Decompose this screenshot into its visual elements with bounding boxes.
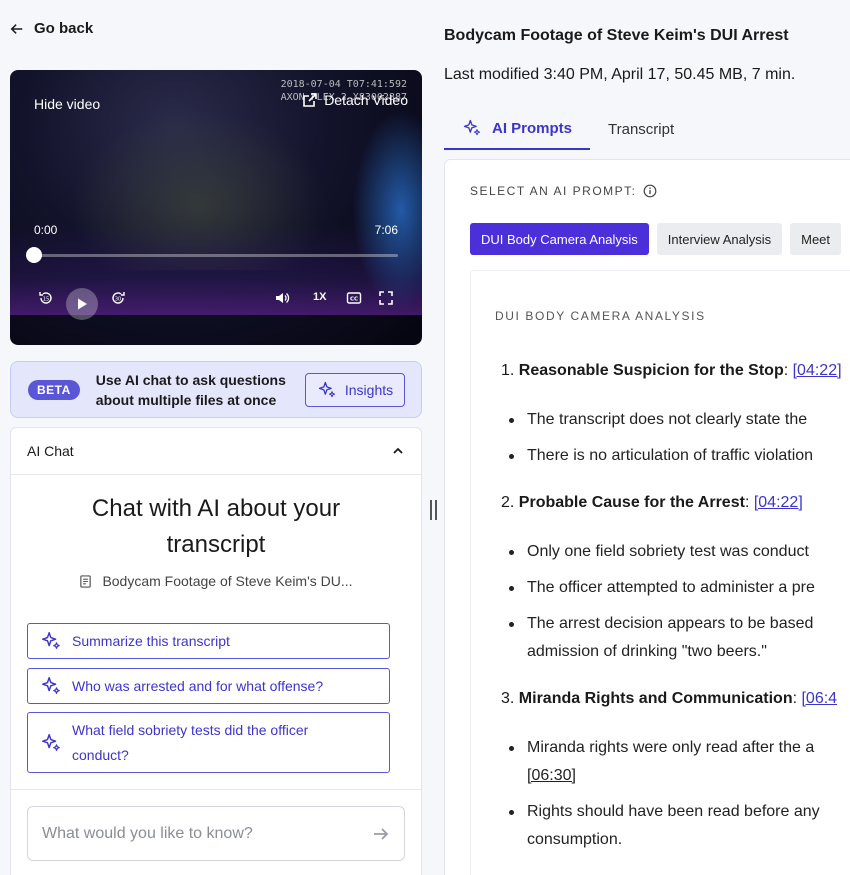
captions-icon: CC xyxy=(346,292,362,304)
svg-text:CC: CC xyxy=(350,297,358,303)
rewind-15-icon: 15 xyxy=(39,292,52,304)
tab-ai-prompts[interactable]: AI Prompts xyxy=(444,108,591,150)
ai-chat-header-label: AI Chat xyxy=(27,443,74,459)
tab-label: AI Prompts xyxy=(492,119,573,137)
section-heading: 3. Miranda Rights and Communication: [06… xyxy=(501,690,838,707)
forward-30-icon: 30 xyxy=(112,292,125,304)
bullet-continuation: admission of drinking "two beers." xyxy=(527,643,767,660)
suggestion-label: What field sobriety tests did the office… xyxy=(72,721,309,763)
section-heading: 1. Reasonable Suspicion for the Stop: [0… xyxy=(501,362,842,379)
tab-transcript[interactable]: Transcript xyxy=(590,108,692,150)
sparkle-icon xyxy=(42,677,60,694)
document-icon xyxy=(80,574,92,588)
timestamp-link[interactable]: [06:4 xyxy=(801,690,837,707)
bullet-item: There is no articulation of traffic viol… xyxy=(508,442,813,470)
current-time: 0:00 xyxy=(34,223,58,237)
fullscreen-icon xyxy=(379,291,393,305)
volume-button[interactable] xyxy=(274,290,290,306)
beta-badge: BETA xyxy=(28,379,80,400)
tab-bar: AI Prompts Transcript xyxy=(444,108,692,150)
video-frame-light xyxy=(352,110,422,310)
svg-text:15: 15 xyxy=(43,297,49,303)
analysis-output: DUI BODY CAMERA ANALYSIS 1. Reasonable S… xyxy=(470,270,850,875)
suggestion-label: Summarize this transcript xyxy=(72,632,230,649)
duration-time: 7:06 xyxy=(374,223,398,237)
ai-chat-header[interactable]: AI Chat xyxy=(11,428,421,475)
detach-video-label: Detach Video xyxy=(324,92,408,108)
prompt-chip-list: DUI Body Camera Analysis Interview Analy… xyxy=(470,223,842,255)
go-back-button[interactable]: Go back xyxy=(10,20,93,37)
sparkle-icon xyxy=(463,119,481,136)
suggestion-label: Who was arrested and for what offense? xyxy=(72,677,324,694)
arrow-left-icon xyxy=(10,23,23,34)
forward-30-button[interactable]: 30 xyxy=(110,290,126,306)
file-title: Bodycam Footage of Steve Keim's DUI Arre… xyxy=(444,27,789,44)
insights-label: Insights xyxy=(344,382,394,398)
tab-label: Transcript xyxy=(608,120,675,138)
section-title: Probable Cause for the Arrest xyxy=(518,494,745,511)
bullet-item: Miranda rights were only read after the … xyxy=(508,734,814,762)
suggestion-sobriety-tests[interactable]: What field sobriety tests did the office… xyxy=(27,712,390,773)
beta-banner: BETA Use AI chat to ask questions about … xyxy=(10,361,422,418)
ai-chat-panel: AI Chat Chat with AI about your transcri… xyxy=(10,427,422,875)
play-icon xyxy=(78,298,87,310)
captions-button[interactable]: CC xyxy=(346,290,362,306)
timestamp-link[interactable]: [04:22] xyxy=(754,494,803,511)
select-prompt-text: SELECT AN AI PROMPT: xyxy=(470,184,637,198)
sparkle-icon xyxy=(42,632,60,649)
seek-handle[interactable] xyxy=(26,247,42,263)
chip-dui-body-camera-analysis[interactable]: DUI Body Camera Analysis xyxy=(470,223,649,255)
play-button[interactable] xyxy=(66,288,98,320)
volume-icon xyxy=(276,293,290,303)
chip-meeting[interactable]: Meet xyxy=(790,223,842,255)
rewind-15-button[interactable]: 15 xyxy=(38,290,54,306)
detach-video-button[interactable]: Detach Video xyxy=(302,92,408,108)
fullscreen-button[interactable] xyxy=(378,290,394,306)
chat-input-box[interactable] xyxy=(27,806,405,861)
chat-title: Chat with AI about your transcript xyxy=(91,495,341,558)
timestamp-link[interactable]: [04:22] xyxy=(793,362,842,379)
suggestion-summarize[interactable]: Summarize this transcript xyxy=(27,623,390,659)
bullet-item: The transcript does not clearly state th… xyxy=(508,406,807,434)
bullet-item: Rights should have been read before any xyxy=(509,798,820,826)
analysis-heading: DUI BODY CAMERA ANALYSIS xyxy=(495,309,706,323)
seek-bar[interactable] xyxy=(34,254,398,257)
panel-resize-handle[interactable] xyxy=(428,500,438,522)
stamp-line-1: 2018-07-04 T07:41:592 xyxy=(280,79,407,90)
bullet-item: The arrest decision appears to be based xyxy=(508,610,813,638)
chip-interview-analysis[interactable]: Interview Analysis xyxy=(656,223,783,255)
svg-text:30: 30 xyxy=(115,297,121,303)
chat-input[interactable] xyxy=(42,824,372,843)
section-title: Reasonable Suspicion for the Stop xyxy=(518,362,784,379)
chat-file-reference: Bodycam Footage of Steve Keim's DU... xyxy=(11,573,421,589)
chat-divider xyxy=(11,789,421,790)
go-back-label: Go back xyxy=(34,20,94,37)
section-number: 1. xyxy=(501,362,515,379)
hide-video-button[interactable]: Hide video xyxy=(34,96,100,112)
ai-prompts-panel: SELECT AN AI PROMPT: DUI Body Camera Ana… xyxy=(444,159,850,875)
send-arrow-icon[interactable] xyxy=(372,825,390,843)
bullet-continuation: consumption. xyxy=(527,831,623,848)
section-number: 3. xyxy=(501,690,515,707)
timestamp-link[interactable]: [06:30] xyxy=(527,762,576,790)
external-link-icon xyxy=(303,93,317,107)
insights-button[interactable]: Insights xyxy=(305,373,405,407)
sparkle-icon xyxy=(318,381,335,398)
chat-file-name: Bodycam Footage of Steve Keim's DU... xyxy=(102,573,353,589)
bullet-item: The officer attempted to administer a pr… xyxy=(509,574,815,602)
section-heading: 2. Probable Cause for the Arrest: [04:22… xyxy=(501,494,803,511)
file-meta: Last modified 3:40 PM, April 17, 50.45 M… xyxy=(444,66,796,83)
video-player[interactable]: 2018-07-04 T07:41:592 AXON FLEX 2 X83002… xyxy=(10,70,422,345)
sparkle-icon xyxy=(42,733,60,751)
bullet-item: Only one field sobriety test was conduct xyxy=(509,538,809,566)
chevron-up-icon[interactable] xyxy=(391,444,405,458)
info-icon[interactable] xyxy=(643,184,657,198)
beta-text: Use AI chat to ask questions about multi… xyxy=(95,371,286,408)
playback-speed-button[interactable]: 1X xyxy=(313,291,326,303)
section-number: 2. xyxy=(501,494,515,511)
select-prompt-label: SELECT AN AI PROMPT: xyxy=(470,184,657,198)
suggestion-arrested[interactable]: Who was arrested and for what offense? xyxy=(27,668,390,704)
section-title: Miranda Rights and Communication xyxy=(518,690,793,707)
